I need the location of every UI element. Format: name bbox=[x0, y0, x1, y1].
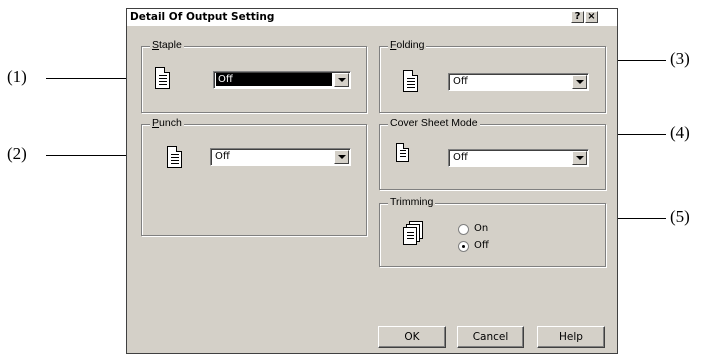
callout-5: (5) bbox=[670, 207, 690, 226]
chevron-down-icon[interactable] bbox=[572, 151, 587, 165]
callout-1-line bbox=[46, 78, 134, 79]
help-icon[interactable]: ? bbox=[571, 11, 584, 23]
cover-sheet-select[interactable]: Off bbox=[448, 149, 589, 167]
help-button[interactable]: Help bbox=[537, 326, 605, 348]
dialog-title: Detail Of Output Setting bbox=[130, 11, 275, 23]
document-icon bbox=[403, 70, 418, 92]
trimming-group: Trimming On Off bbox=[379, 196, 606, 267]
document-icon bbox=[396, 143, 409, 162]
staple-label: Staple bbox=[150, 39, 184, 51]
punch-label: Punch bbox=[150, 117, 184, 129]
chevron-down-icon[interactable] bbox=[572, 75, 587, 89]
folding-select[interactable]: Off bbox=[448, 73, 589, 91]
chevron-down-icon[interactable] bbox=[334, 73, 349, 87]
callout-3: (3) bbox=[670, 49, 690, 68]
callout-1: (1) bbox=[7, 67, 27, 86]
chevron-down-icon[interactable] bbox=[334, 150, 349, 164]
punch-select[interactable]: Off bbox=[210, 148, 351, 166]
document-icon bbox=[155, 67, 170, 89]
callout-4: (4) bbox=[670, 123, 690, 142]
title-bar: Detail Of Output Setting ? × bbox=[127, 9, 617, 26]
callout-2: (2) bbox=[7, 144, 27, 163]
folding-label: Folding bbox=[388, 39, 427, 51]
radio-button[interactable] bbox=[458, 241, 469, 252]
stacked-pages-icon bbox=[403, 221, 425, 245]
staple-select[interactable]: Off bbox=[213, 71, 351, 89]
output-setting-dialog: Detail Of Output Setting ? × Staple Off … bbox=[126, 8, 618, 354]
ok-button[interactable]: OK bbox=[378, 326, 446, 348]
document-icon bbox=[167, 146, 182, 168]
cover-sheet-label: Cover Sheet Mode bbox=[388, 117, 480, 129]
callout-2-line bbox=[46, 155, 134, 156]
punch-group: Punch Off bbox=[141, 117, 367, 236]
radio-button[interactable] bbox=[458, 224, 469, 235]
close-icon[interactable]: × bbox=[585, 11, 598, 23]
cover-sheet-group: Cover Sheet Mode Off bbox=[379, 117, 606, 190]
cancel-button[interactable]: Cancel bbox=[457, 326, 524, 348]
trimming-label: Trimming bbox=[388, 196, 436, 208]
staple-group: Staple Off bbox=[141, 39, 367, 113]
folding-group: Folding Off bbox=[379, 39, 606, 113]
